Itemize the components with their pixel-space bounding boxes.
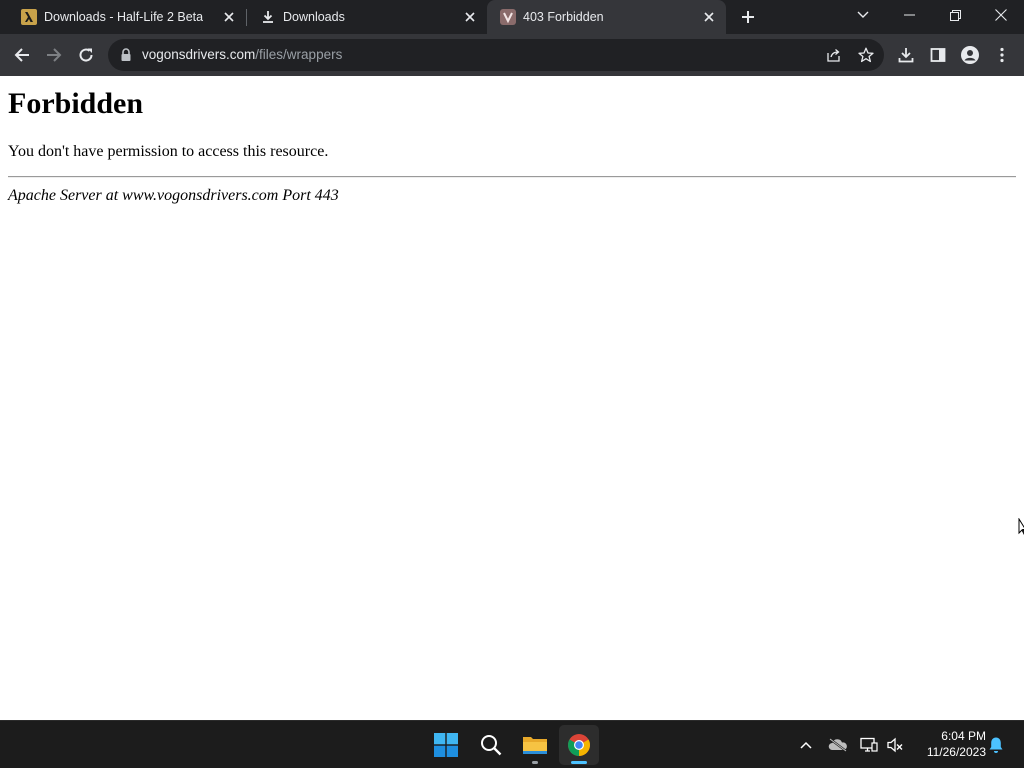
windows-start-icon xyxy=(434,733,458,757)
close-window-button[interactable] xyxy=(978,0,1024,30)
start-button[interactable] xyxy=(426,725,466,765)
back-button[interactable] xyxy=(10,43,34,67)
onedrive-tray-button[interactable] xyxy=(828,735,848,755)
side-panel-button[interactable] xyxy=(926,43,950,67)
chevron-down-icon xyxy=(857,11,869,18)
clock-date: 11/26/2023 xyxy=(926,745,986,759)
tab-half-life-downloads[interactable]: Downloads - Half-Life 2 Beta xyxy=(8,0,246,34)
tab-title: 403 Forbidden xyxy=(523,10,604,24)
taskbar: 6:04 PM 11/26/2023 xyxy=(0,720,1024,768)
restore-icon xyxy=(949,9,961,21)
url-text[interactable]: vogonsdrivers.com/files/wrappers xyxy=(142,47,342,62)
chevron-up-icon xyxy=(800,741,812,749)
volume-tray-button[interactable] xyxy=(885,735,905,755)
download-arrow-icon xyxy=(260,9,276,25)
vogons-icon xyxy=(500,9,516,25)
share-icon xyxy=(827,49,840,62)
chrome-icon xyxy=(568,734,590,756)
close-tab-icon[interactable] xyxy=(700,8,718,26)
close-tab-icon[interactable] xyxy=(461,8,479,26)
mouse-cursor-icon xyxy=(1018,518,1024,536)
half-life-lambda-icon xyxy=(21,9,37,25)
show-hidden-icons-button[interactable] xyxy=(796,735,816,755)
download-icon xyxy=(898,48,914,63)
page-title: Forbidden xyxy=(8,87,144,120)
share-button[interactable] xyxy=(824,45,844,65)
restore-button[interactable] xyxy=(932,0,978,30)
tab-title: Downloads xyxy=(283,10,345,24)
error-message: You don't have permission to access this… xyxy=(8,143,329,160)
page-content: Forbidden You don't have permission to a… xyxy=(0,76,1024,720)
taskbar-search-button[interactable] xyxy=(471,725,511,765)
profile-icon xyxy=(961,46,979,64)
tab-403-forbidden[interactable]: 403 Forbidden xyxy=(487,0,726,34)
browser-toolbar: vogonsdrivers.com/files/wrappers xyxy=(0,34,1024,76)
reload-button[interactable] xyxy=(74,43,98,67)
arrow-left-icon xyxy=(14,48,29,62)
forward-button[interactable] xyxy=(42,43,66,67)
file-explorer-button[interactable] xyxy=(515,725,555,765)
search-icon xyxy=(481,735,502,756)
notification-button[interactable] xyxy=(986,735,1006,755)
running-indicator xyxy=(532,761,538,764)
divider xyxy=(8,176,1016,178)
kebab-menu-icon xyxy=(1000,47,1004,63)
bell-icon xyxy=(989,737,1003,753)
minimize-button[interactable] xyxy=(886,0,932,30)
tab-title: Downloads - Half-Life 2 Beta xyxy=(44,10,204,24)
star-icon xyxy=(858,47,874,63)
close-icon xyxy=(995,9,1007,21)
tab-search-button[interactable] xyxy=(840,0,886,30)
side-panel-icon xyxy=(930,48,946,62)
minimize-icon xyxy=(903,14,915,16)
file-explorer-icon xyxy=(523,737,547,754)
bookmark-button[interactable] xyxy=(856,45,876,65)
server-signature: Apache Server at www.vogonsdrivers.com P… xyxy=(8,187,339,204)
tab-strip: Downloads - Half-Life 2 Beta Downloads 4… xyxy=(0,0,1024,34)
active-app-indicator xyxy=(571,761,587,764)
network-icon xyxy=(860,737,878,752)
profile-button[interactable] xyxy=(958,43,982,67)
plus-icon xyxy=(742,11,754,23)
menu-button[interactable] xyxy=(990,43,1014,67)
downloads-button[interactable] xyxy=(894,43,918,67)
new-tab-button[interactable] xyxy=(737,6,759,28)
volume-muted-icon xyxy=(887,737,903,753)
lock-icon[interactable] xyxy=(120,48,132,62)
tab-downloads[interactable]: Downloads xyxy=(247,0,487,34)
close-tab-icon[interactable] xyxy=(220,8,238,26)
reload-icon xyxy=(79,48,93,62)
chrome-taskbar-button[interactable] xyxy=(559,725,599,765)
onedrive-offline-icon xyxy=(828,738,847,752)
clock-time: 6:04 PM xyxy=(941,729,986,743)
url-path: /files/wrappers xyxy=(255,47,343,62)
address-bar[interactable]: vogonsdrivers.com/files/wrappers xyxy=(108,39,884,71)
taskbar-clock[interactable]: 6:04 PM 11/26/2023 xyxy=(910,728,986,760)
arrow-right-icon xyxy=(47,48,62,62)
network-tray-button[interactable] xyxy=(859,735,879,755)
url-host: vogonsdrivers.com xyxy=(142,47,256,62)
